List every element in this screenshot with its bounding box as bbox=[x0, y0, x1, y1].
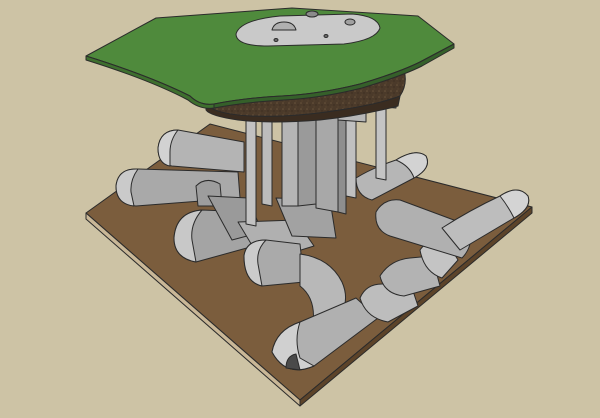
pillar bbox=[337, 111, 347, 215]
model-drawing bbox=[85, 7, 533, 407]
pillar bbox=[281, 111, 299, 207]
pillar bbox=[245, 111, 257, 227]
pillar bbox=[261, 115, 273, 207]
surface-hatch bbox=[323, 34, 329, 38]
surface-hatch bbox=[344, 18, 356, 26]
pillar bbox=[345, 113, 357, 199]
pillar bbox=[375, 103, 387, 181]
pillar bbox=[297, 111, 317, 207]
surface-hatch bbox=[305, 10, 319, 18]
pillar bbox=[315, 111, 339, 213]
surface-hatch bbox=[273, 38, 279, 42]
3d-model-viewport bbox=[0, 0, 600, 418]
